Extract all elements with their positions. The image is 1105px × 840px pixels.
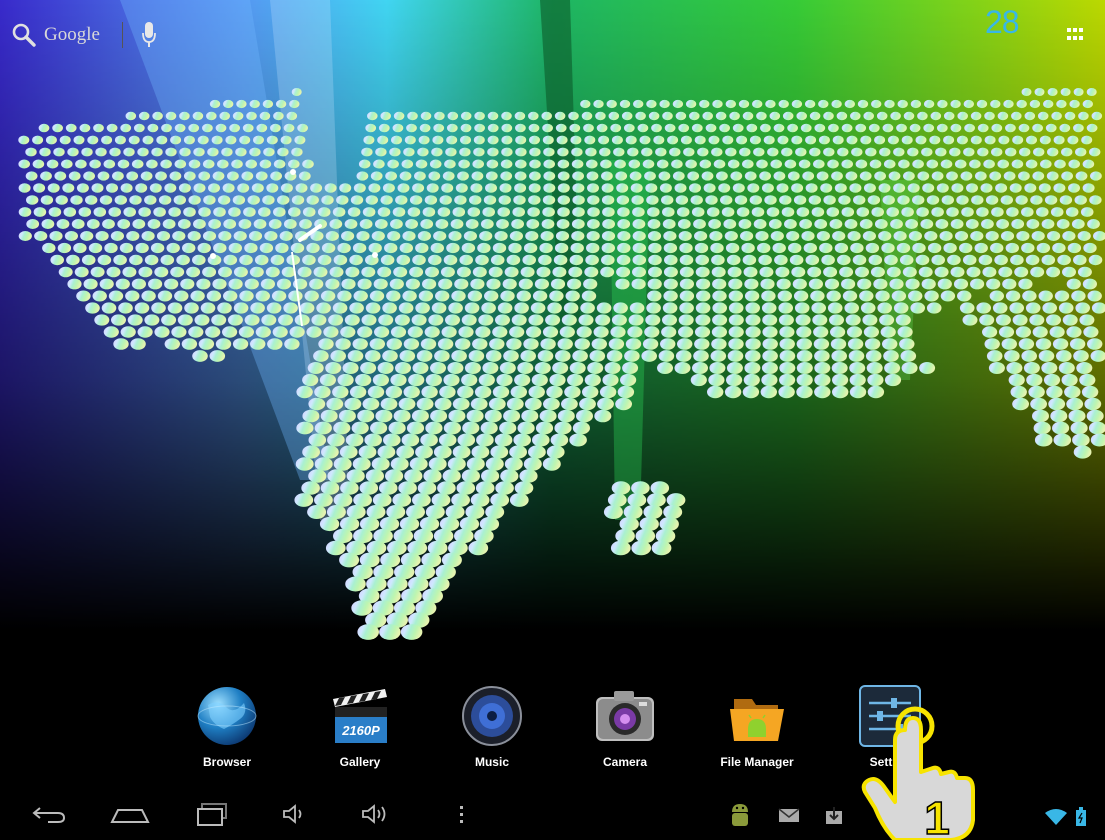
status-clock[interactable]: 28 (985, 4, 1020, 41)
browser-app[interactable]: Browser (172, 685, 282, 769)
music-app[interactable]: Music (437, 685, 547, 769)
camera-icon (596, 691, 654, 741)
gallery-app[interactable]: 2160P Gallery (305, 685, 415, 769)
search-icon (12, 23, 36, 47)
volume-down-button[interactable] (276, 798, 312, 830)
search-divider (121, 22, 123, 48)
home-icon (110, 809, 150, 823)
wifi-icon (1045, 809, 1067, 825)
microphone-icon[interactable] (141, 22, 157, 48)
back-icon (32, 807, 66, 823)
gallery-label: Gallery (339, 755, 381, 769)
apps-grid-icon[interactable] (1067, 28, 1083, 42)
mail-icon (778, 808, 800, 822)
menu-button[interactable] (452, 798, 472, 830)
download-icon (826, 807, 842, 824)
tutorial-step-number: 1 (924, 792, 950, 840)
volume-up-icon (362, 804, 386, 824)
camera-label: Camera (602, 755, 648, 769)
file-manager-app[interactable]: File Manager (702, 685, 812, 769)
volume-up-button[interactable] (356, 798, 396, 830)
camera-app[interactable]: Camera (570, 685, 680, 769)
tutorial-tap-hand-icon: 1 (861, 706, 975, 840)
volume-down-icon (283, 804, 302, 824)
notification-area[interactable] (728, 790, 844, 840)
gallery-badge: 2160P (341, 723, 380, 738)
music-label: Music (474, 755, 509, 769)
clapperboard-icon: 2160P (333, 689, 387, 743)
recent-apps-icon (197, 803, 227, 826)
home-button[interactable] (106, 798, 154, 830)
back-button[interactable] (28, 798, 72, 830)
globe-icon (197, 687, 257, 745)
browser-label: Browser (202, 755, 252, 769)
file-manager-label: File Manager (720, 755, 794, 769)
recent-apps-button[interactable] (190, 798, 234, 830)
speaker-icon (462, 686, 522, 746)
folder-android-icon (730, 699, 784, 741)
search-label: Google (44, 24, 100, 45)
google-search-bar[interactable]: Google (12, 22, 157, 48)
android-icon (732, 804, 748, 826)
battery-icon (1076, 807, 1086, 826)
menu-icon (460, 806, 463, 823)
